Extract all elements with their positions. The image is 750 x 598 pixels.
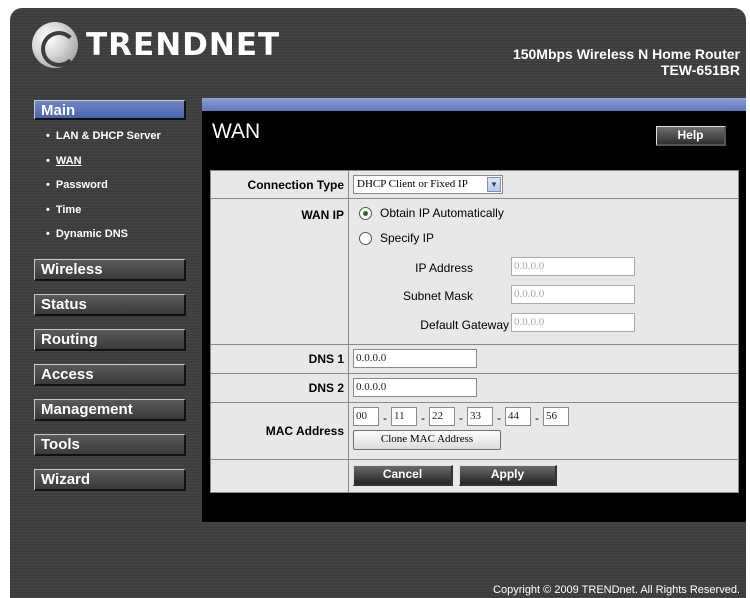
sidebar-item-label: LAN & DHCP Server bbox=[55, 130, 161, 142]
sidebar-item-label: Time bbox=[55, 203, 82, 216]
obtain-ip-option[interactable]: Obtain IP Automatically bbox=[359, 206, 504, 220]
mac-octet-2[interactable]: 11 bbox=[391, 407, 417, 426]
content-panel: WAN Help Connection Type DHCP Client or … bbox=[202, 98, 746, 522]
product-name: 150Mbps Wireless N Home Router bbox=[512, 46, 740, 62]
connection-type-select[interactable]: DHCP Client or Fixed IP ▼ bbox=[353, 175, 503, 194]
action-row: Cancel Apply bbox=[211, 460, 738, 492]
logo-mark-icon bbox=[32, 22, 78, 68]
logo-text: TRENDNET bbox=[86, 27, 281, 63]
ip-address-input[interactable]: 0.0.0.0 bbox=[511, 257, 635, 276]
product-model: TEW-651BR bbox=[660, 62, 740, 78]
dns2-row: DNS 2 0.0.0.0 bbox=[211, 374, 738, 403]
sidebar-item-wan[interactable]: • WAN bbox=[34, 149, 186, 174]
menu-tools-button[interactable]: Tools bbox=[34, 433, 186, 456]
subnet-mask-label: Subnet Mask bbox=[402, 289, 473, 303]
mac-separator: - bbox=[535, 411, 539, 425]
action-cell: Cancel Apply bbox=[349, 460, 738, 492]
mac-octet-6[interactable]: 56 bbox=[543, 407, 569, 426]
page-title: WAN bbox=[212, 120, 261, 143]
dns2-input[interactable]: 0.0.0.0 bbox=[353, 378, 477, 397]
dns1-label: DNS 1 bbox=[211, 345, 349, 373]
mac-separator: - bbox=[497, 411, 501, 425]
dns1-row: DNS 1 0.0.0.0 bbox=[211, 345, 738, 374]
specify-ip-label: Specify IP bbox=[380, 231, 435, 245]
action-row-spacer bbox=[211, 460, 349, 492]
menu-access-button[interactable]: Access bbox=[34, 363, 186, 386]
obtain-ip-label: Obtain IP Automatically bbox=[380, 206, 504, 220]
menu-wizard-button[interactable]: Wizard bbox=[34, 468, 186, 491]
sidebar-item-time[interactable]: • Time bbox=[34, 198, 186, 223]
wan-ip-row: WAN IP Obtain IP Automatically Specify I… bbox=[211, 199, 738, 345]
mac-octet-4[interactable]: 33 bbox=[467, 407, 493, 426]
dns2-label: DNS 2 bbox=[211, 374, 349, 402]
default-gateway-input[interactable]: 0.0.0.0 bbox=[511, 313, 635, 332]
mac-address-label: MAC Address bbox=[211, 403, 349, 459]
connection-type-row: Connection Type DHCP Client or Fixed IP … bbox=[211, 171, 738, 199]
ip-address-label: IP Address bbox=[415, 261, 473, 275]
sidebar-item-dynamic-dns[interactable]: • Dynamic DNS bbox=[34, 222, 186, 247]
chevron-down-icon: ▼ bbox=[487, 177, 501, 192]
dns1-cell: 0.0.0.0 bbox=[349, 345, 738, 373]
mac-separator: - bbox=[459, 411, 463, 425]
obtain-ip-radio[interactable] bbox=[359, 206, 372, 220]
wan-settings-form: Connection Type DHCP Client or Fixed IP … bbox=[210, 170, 739, 493]
sidebar-item-label: Dynamic DNS bbox=[55, 228, 128, 240]
specify-ip-option[interactable]: Specify IP bbox=[359, 231, 434, 245]
dns2-cell: 0.0.0.0 bbox=[349, 374, 738, 402]
sidebar: Main • LAN & DHCP Server • WAN • Password •… bbox=[34, 100, 186, 504]
wan-ip-cell: Obtain IP Automatically Specify IP IP Ad… bbox=[349, 199, 738, 344]
mac-octet-1[interactable]: 00 bbox=[353, 407, 379, 426]
dns1-input[interactable]: 0.0.0.0 bbox=[353, 349, 477, 368]
product-info: 150Mbps Wireless N Home Router TEW-651BR bbox=[513, 46, 740, 78]
sidebar-item-label: Password bbox=[55, 179, 108, 191]
connection-type-value: DHCP Client or Fixed IP bbox=[357, 178, 468, 190]
connection-type-label: Connection Type bbox=[211, 171, 349, 198]
default-gateway-label: Default Gateway bbox=[420, 318, 509, 332]
wan-ip-label: WAN IP bbox=[211, 199, 349, 344]
help-button[interactable]: Help bbox=[656, 126, 726, 146]
menu-management-button[interactable]: Management bbox=[34, 398, 186, 421]
menu-main-button[interactable]: Main bbox=[34, 100, 186, 120]
mac-separator: - bbox=[383, 411, 387, 425]
apply-button[interactable]: Apply bbox=[459, 465, 557, 486]
mac-octet-3[interactable]: 22 bbox=[429, 407, 455, 426]
copyright-text: Copyright © 2009 TRENDnet. All Rights Re… bbox=[493, 584, 740, 596]
mac-separator: - bbox=[421, 411, 425, 425]
mac-address-cell: 00 - 11 - 22 - 33 - 44 - 56 Clone MAC Ad… bbox=[349, 403, 738, 459]
connection-type-cell: DHCP Client or Fixed IP ▼ bbox=[349, 171, 738, 198]
main-submenu: • LAN & DHCP Server • WAN • Password • Time … bbox=[34, 124, 186, 247]
mac-address-row: MAC Address 00 - 11 - 22 - 33 - 44 - 56 … bbox=[211, 403, 738, 460]
subnet-mask-input[interactable]: 0.0.0.0 bbox=[511, 285, 635, 304]
sidebar-item-label: WAN bbox=[55, 154, 82, 167]
panel-topbar bbox=[202, 98, 746, 111]
router-admin-frame: TRENDNET 150Mbps Wireless N Home Router … bbox=[10, 8, 746, 598]
specify-ip-radio[interactable] bbox=[359, 231, 372, 245]
mac-octet-5[interactable]: 44 bbox=[505, 407, 531, 426]
clone-mac-button[interactable]: Clone MAC Address bbox=[353, 430, 501, 450]
sidebar-item-password[interactable]: • Password bbox=[34, 173, 186, 198]
sidebar-item-lan-dhcp[interactable]: • LAN & DHCP Server bbox=[34, 124, 186, 149]
menu-wireless-button[interactable]: Wireless bbox=[34, 258, 186, 281]
menu-status-button[interactable]: Status bbox=[34, 293, 186, 316]
cancel-button[interactable]: Cancel bbox=[353, 465, 453, 486]
trendnet-logo: TRENDNET bbox=[32, 22, 280, 68]
menu-routing-button[interactable]: Routing bbox=[34, 328, 186, 351]
